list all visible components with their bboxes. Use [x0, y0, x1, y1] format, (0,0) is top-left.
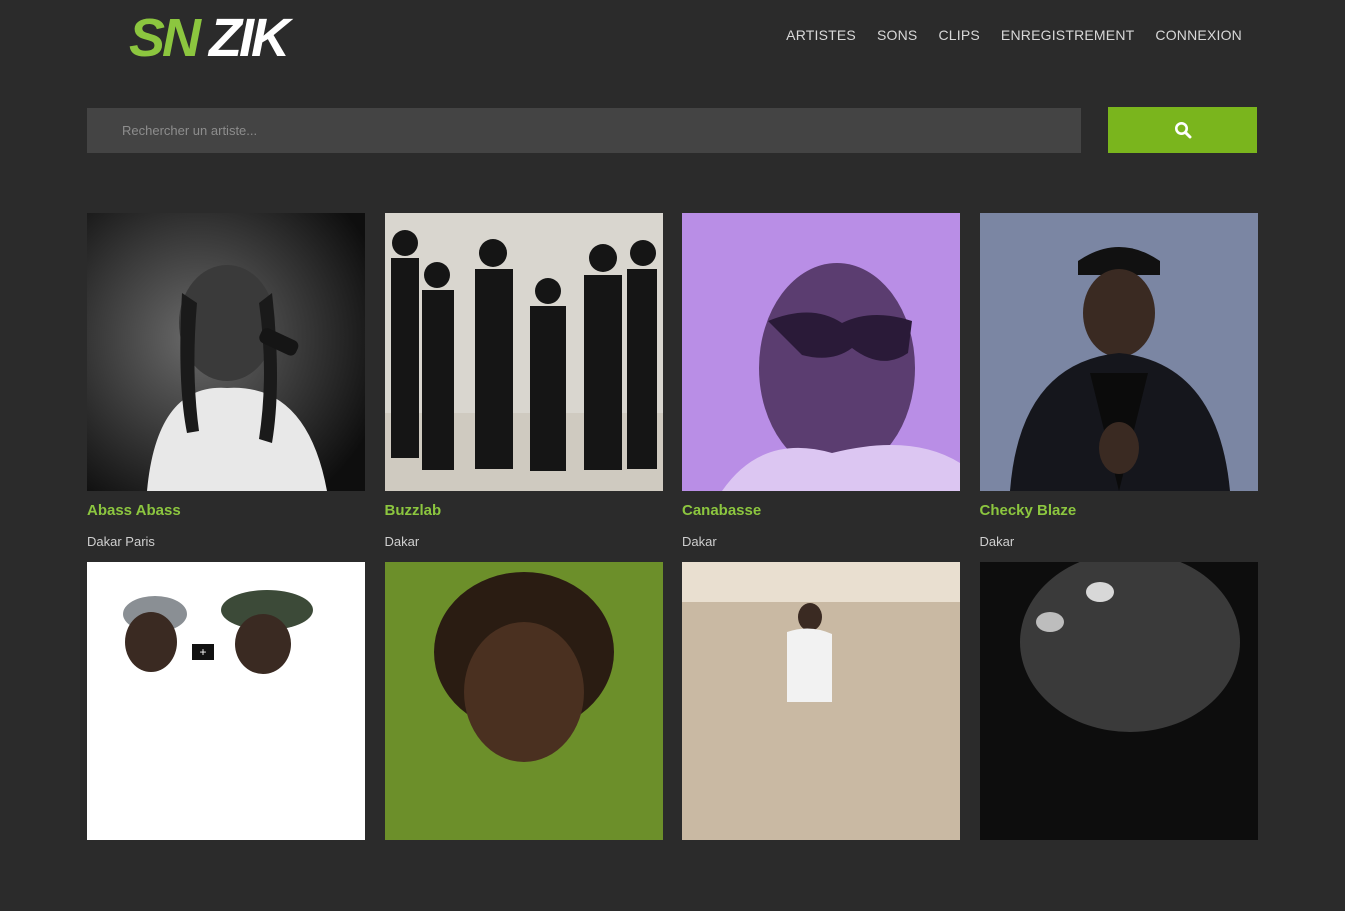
artist-photo[interactable] [682, 562, 960, 840]
nav-artistes[interactable]: ARTISTES [786, 26, 856, 44]
artist-photo[interactable] [682, 213, 960, 491]
nav-connexion[interactable]: CONNEXION [1155, 26, 1242, 44]
search-button[interactable] [1108, 107, 1257, 153]
artist-grid: Abass Abass Dakar Paris Buzzlab Dakar Ca… [87, 213, 1258, 911]
artist-photo[interactable] [87, 213, 365, 491]
artist-city: Dakar [979, 534, 1015, 549]
artist-card[interactable] [384, 562, 663, 911]
artist-city: Dakar [384, 534, 420, 549]
artist-card[interactable] [979, 562, 1258, 911]
artist-photo[interactable] [384, 562, 663, 840]
artist-photo[interactable]: + [87, 562, 365, 840]
search-input[interactable] [87, 108, 1081, 153]
artist-card[interactable]: Checky Blaze Dakar [979, 213, 1258, 562]
artist-photo[interactable] [384, 213, 663, 491]
artist-card[interactable]: + [87, 562, 365, 911]
artist-city: Dakar Paris [87, 534, 155, 549]
artist-name[interactable]: Abass Abass [87, 502, 181, 519]
nav-clips[interactable]: CLIPS [938, 26, 979, 44]
snzik-logo[interactable]: SN ZIK [129, 12, 321, 58]
artist-photo[interactable] [979, 213, 1258, 491]
artist-name[interactable]: Buzzlab [385, 502, 442, 519]
nav-sons[interactable]: SONS [877, 26, 917, 44]
artist-name[interactable]: Canabasse [682, 502, 761, 519]
svg-text:SN: SN [129, 12, 202, 58]
main-nav: ARTISTES SONS CLIPS ENREGISTREMENT CONNE… [786, 26, 1242, 44]
artist-card[interactable]: Abass Abass Dakar Paris [87, 213, 365, 562]
plus-badge[interactable]: + [192, 644, 214, 660]
svg-text:ZIK: ZIK [207, 12, 294, 58]
artist-card[interactable]: Buzzlab Dakar [384, 213, 663, 562]
artist-card[interactable]: Canabasse Dakar [682, 213, 960, 562]
artist-name[interactable]: Checky Blaze [980, 502, 1077, 519]
artist-card[interactable] [682, 562, 960, 911]
artist-city: Dakar [682, 534, 717, 549]
search-icon [1174, 122, 1191, 139]
nav-enregistrement[interactable]: ENREGISTREMENT [1001, 26, 1134, 44]
artist-photo[interactable] [979, 562, 1258, 840]
